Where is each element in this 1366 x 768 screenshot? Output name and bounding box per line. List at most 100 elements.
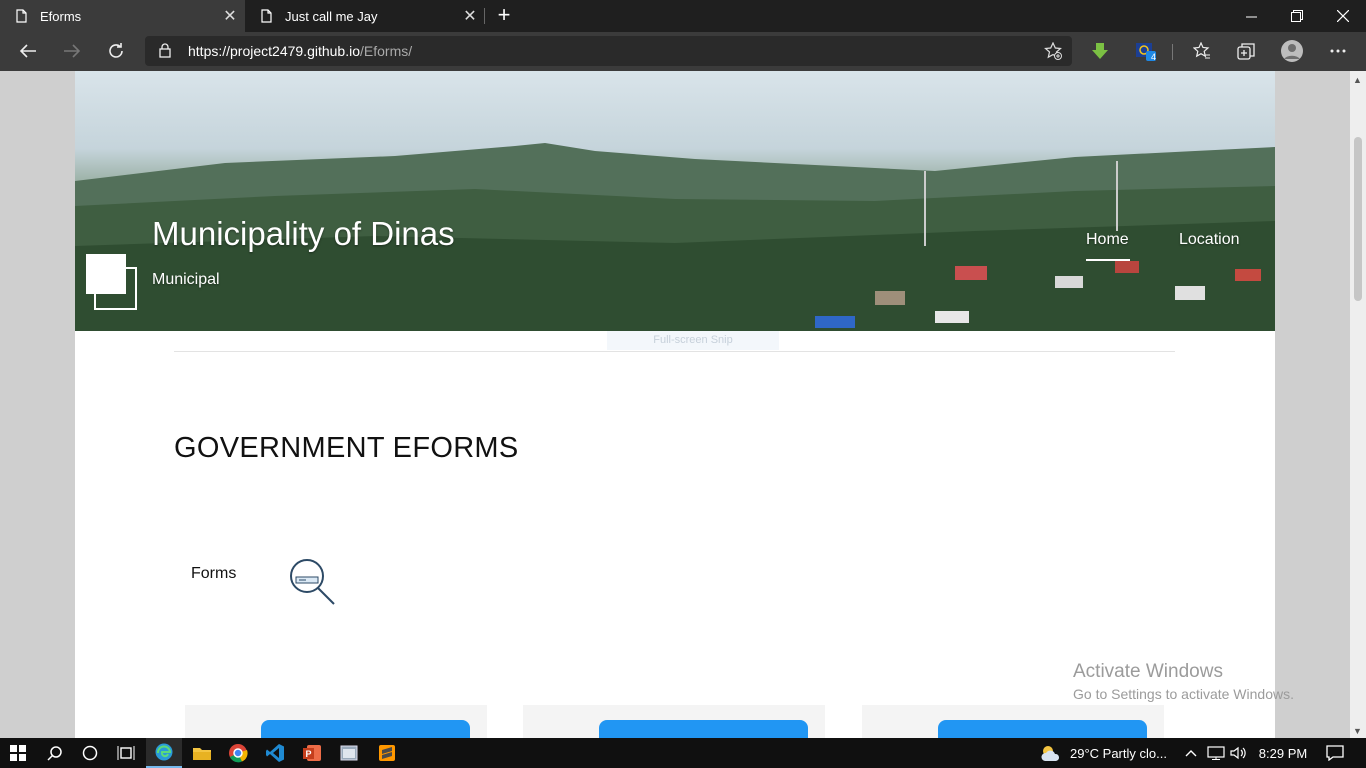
snip-overlay-label[interactable]: Full-screen Snip <box>607 331 779 350</box>
forms-label: Forms <box>191 565 237 582</box>
close-tab-icon[interactable]: ✕ <box>215 6 245 26</box>
vertical-scrollbar[interactable]: ▲ ▼ <box>1350 71 1366 738</box>
sublime-text-icon <box>379 745 395 761</box>
form-card-button[interactable] <box>599 720 808 738</box>
clock-time: 8:29 PM <box>1258 745 1308 761</box>
volume-button[interactable] <box>1228 738 1250 768</box>
extension-button[interactable]: 4 <box>1130 36 1162 66</box>
tab-title: Just call me Jay <box>285 8 378 24</box>
powerpoint-icon: P <box>303 745 321 761</box>
clock-button[interactable]: 8:29 PM <box>1256 738 1310 768</box>
search-icon <box>47 746 62 761</box>
nav-location-link[interactable]: Location <box>1179 231 1240 249</box>
network-button[interactable] <box>1204 738 1228 768</box>
favorites-icon <box>1193 42 1210 59</box>
cortana-circle-icon <box>82 745 98 761</box>
windows-taskbar: P 29°C Partly clo... 8:29 PM <box>0 738 1366 768</box>
page-viewport: Municipality of Dinas Municipal Home Loc… <box>0 71 1350 738</box>
url-host: https://project2479.github.io <box>188 43 361 59</box>
url-path: /Eforms/ <box>360 43 413 59</box>
toolbar-divider <box>1172 44 1173 60</box>
search-magnifier-icon[interactable] <box>288 558 338 606</box>
page-container: Municipality of Dinas Municipal Home Loc… <box>75 71 1275 738</box>
start-button[interactable] <box>0 738 36 768</box>
refresh-icon <box>109 43 123 58</box>
activate-windows-title: Activate Windows <box>1073 661 1223 682</box>
form-card <box>862 705 1164 738</box>
forward-button[interactable] <box>56 36 88 66</box>
arrow-left-icon <box>19 44 36 58</box>
profile-button[interactable] <box>1276 36 1308 66</box>
window-app-icon <box>340 745 358 761</box>
hero-banner: Municipality of Dinas Municipal Home Loc… <box>75 71 1275 331</box>
form-card <box>185 705 487 738</box>
download-arrow-icon <box>1092 43 1108 59</box>
scroll-thumb[interactable] <box>1354 137 1362 301</box>
taskbar-vscode[interactable] <box>256 738 294 768</box>
nav-home-link[interactable]: Home <box>1086 231 1129 249</box>
taskbar-search-button[interactable] <box>38 738 72 768</box>
new-tab-button[interactable]: + <box>492 4 516 28</box>
tab-just-call-me-jay[interactable]: Just call me Jay ✕ <box>245 0 485 32</box>
tab-title: Eforms <box>40 8 82 24</box>
show-hidden-icons-button[interactable] <box>1180 738 1202 768</box>
address-bar[interactable]: https://project2479.github.io/Eforms/ <box>145 36 1072 66</box>
folder-icon <box>193 748 211 760</box>
taskbar-file-explorer[interactable] <box>184 738 220 768</box>
scroll-down-icon[interactable]: ▼ <box>1353 726 1362 736</box>
favorites-button[interactable] <box>1186 36 1218 66</box>
taskbar-app[interactable] <box>330 738 368 768</box>
taskbar-sublime[interactable] <box>368 738 406 768</box>
restore-button[interactable] <box>1274 0 1320 32</box>
form-card-button[interactable] <box>261 720 470 738</box>
close-tab-icon[interactable]: ✕ <box>455 6 485 26</box>
weather-widget[interactable]: 29°C Partly clo... <box>1070 738 1176 768</box>
refresh-button[interactable] <box>100 36 132 66</box>
page-icon <box>16 9 27 23</box>
activate-windows-subtitle: Go to Settings to activate Windows. <box>1073 686 1294 702</box>
form-card-button[interactable] <box>938 720 1147 738</box>
weather-text: 29°C Partly clo... <box>1070 745 1167 761</box>
back-button[interactable] <box>12 36 44 66</box>
minimize-icon <box>1245 16 1257 17</box>
download-extension-button[interactable] <box>1084 36 1116 66</box>
divider-line <box>174 351 1175 352</box>
edge-icon <box>155 743 173 761</box>
add-favorite-icon[interactable] <box>1044 42 1062 60</box>
weather-widget-icon-wrap[interactable] <box>1036 738 1066 768</box>
site-title: Municipality of Dinas <box>152 215 455 252</box>
cortana-button[interactable] <box>72 738 108 768</box>
collections-button[interactable] <box>1230 36 1262 66</box>
scroll-up-icon[interactable]: ▲ <box>1353 75 1362 85</box>
partly-cloudy-icon <box>1041 746 1060 761</box>
browser-toolbar: https://project2479.github.io/Eforms/ 4 <box>0 32 1366 71</box>
task-view-icon <box>117 746 135 760</box>
task-view-button[interactable] <box>108 738 144 768</box>
chrome-icon <box>229 744 248 763</box>
notification-icon <box>1326 745 1344 761</box>
svg-text:P: P <box>306 749 312 759</box>
nav-active-indicator <box>1086 259 1130 261</box>
arrow-right-icon <box>64 44 81 58</box>
lock-icon <box>159 43 171 58</box>
taskbar-chrome[interactable] <box>220 738 256 768</box>
close-window-button[interactable] <box>1320 0 1366 32</box>
taskbar-powerpoint[interactable]: P <box>294 738 330 768</box>
avatar-icon <box>1281 40 1303 62</box>
settings-more-button[interactable] <box>1322 36 1354 66</box>
speaker-icon <box>1230 746 1246 760</box>
tab-strip: Eforms ✕ Just call me Jay ✕ + <box>0 0 1366 32</box>
form-card <box>523 705 825 738</box>
tab-divider <box>484 8 485 24</box>
network-icon <box>1207 746 1225 760</box>
url-text[interactable]: https://project2479.github.io/Eforms/ <box>188 43 412 59</box>
landscape-image <box>75 143 1275 331</box>
minimize-button[interactable] <box>1228 0 1274 32</box>
action-center-button[interactable] <box>1320 738 1350 768</box>
extension-badge: 4 <box>1151 52 1157 62</box>
chevron-up-icon <box>1185 750 1197 757</box>
page-icon <box>261 9 272 23</box>
tab-eforms[interactable]: Eforms ✕ <box>0 0 245 32</box>
taskbar-edge[interactable] <box>146 738 182 768</box>
site-subtitle: Municipal <box>152 271 220 288</box>
